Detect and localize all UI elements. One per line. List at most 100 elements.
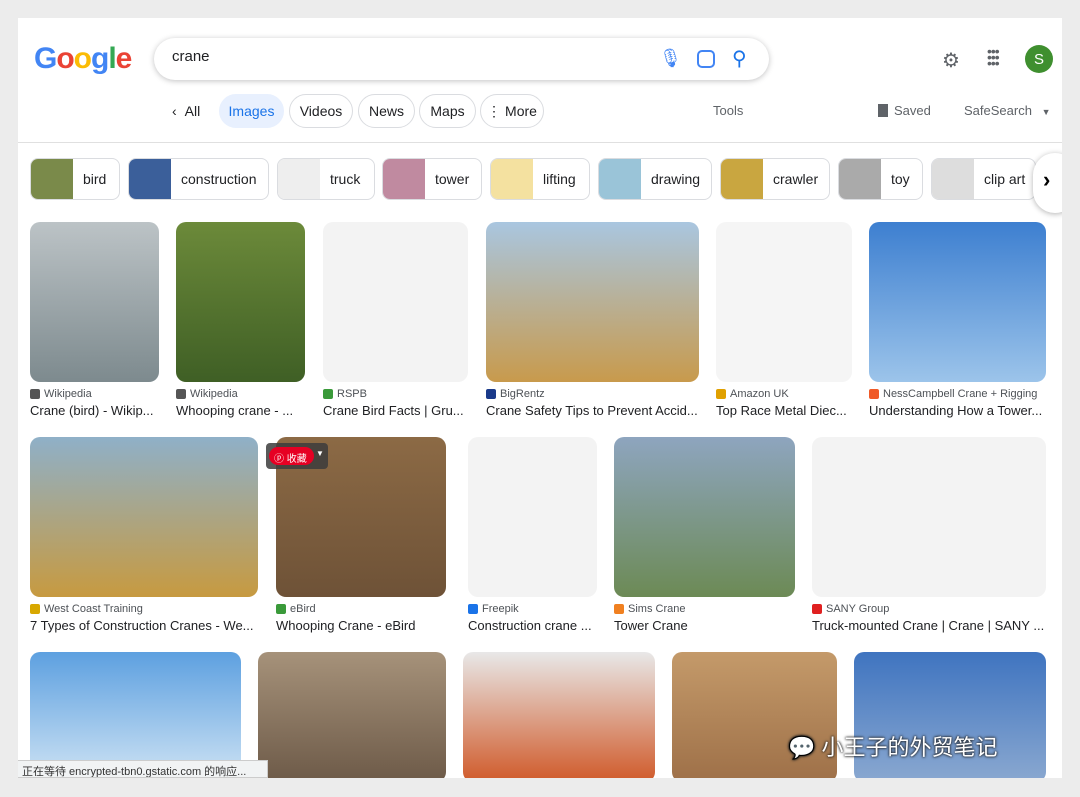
result-title[interactable]: Understanding How a Tower... [869,403,1046,418]
result-thumbnail[interactable] [614,437,795,597]
image-result[interactable]: West Coast Training 7 Types of Constructi… [30,437,258,633]
result-source[interactable]: Wikipedia [176,388,305,400]
result-source[interactable]: Amazon UK [716,388,852,400]
avatar[interactable]: S [1025,45,1053,73]
image-result[interactable]: Wikipedia Crane (bird) - Wikip... [30,222,159,418]
chip-thumbnail [278,159,320,199]
favicon-icon [486,389,496,399]
result-thumbnail[interactable] [486,222,699,382]
favicon-icon [276,604,286,614]
tab-maps[interactable]: Maps [419,94,476,128]
source-name: Wikipedia [190,388,238,400]
safesearch-label: SafeSearch [964,103,1032,118]
favicon-icon [869,389,879,399]
result-thumbnail[interactable] [468,437,597,597]
image-result[interactable]: SANY Group Truck-mounted Crane | Crane | … [812,437,1046,633]
result-source[interactable]: Wikipedia [30,388,159,400]
result-source[interactable]: SANY Group [812,603,1046,615]
image-result[interactable]: NessCampbell Crane + Rigging Understandin… [869,222,1046,418]
result-title[interactable]: Whooping crane - ... [176,403,305,418]
chip-thumbnail [932,159,974,199]
microphone-icon[interactable]: 🎙 [659,48,682,69]
chip-thumbnail [383,159,425,199]
chip-thumbnail [31,159,73,199]
image-result[interactable]: BigRentz Crane Safety Tips to Prevent Acc… [486,222,699,418]
result-thumbnail[interactable] [869,222,1046,382]
result-source[interactable]: eBird [276,603,446,615]
result-title[interactable]: Construction crane ... [468,618,597,633]
result-source[interactable]: RSPB [323,388,468,400]
tab-more[interactable]: ⋮ More [480,94,544,128]
chip-tower[interactable]: tower [382,158,482,200]
result-thumbnail[interactable] [30,222,159,382]
result-source[interactable]: BigRentz [486,388,699,400]
bookmark-icon [878,104,888,117]
pin-save-overlay: ⓟ 收藏 ▼ [266,443,328,469]
result-thumbnail[interactable] [716,222,852,382]
result-title[interactable]: Whooping Crane - eBird [276,618,446,633]
chip-toy[interactable]: toy [838,158,923,200]
watermark: 💬 小王子的外贸笔记 [788,735,998,760]
result-title[interactable]: Truck-mounted Crane | Crane | SANY ... [812,618,1046,633]
favicon-icon [468,604,478,614]
tab-all[interactable]: ‹ All [160,94,212,128]
image-result[interactable]: Sims Crane Tower Crane [614,437,795,633]
result-title[interactable]: Crane (bird) - Wikip... [30,403,159,418]
settings-gear-icon[interactable]: ⚙ [942,48,960,73]
favicon-icon [323,389,333,399]
result-thumbnail[interactable] [812,437,1046,597]
chip-thumbnail [491,159,533,199]
result-thumbnail[interactable] [30,437,258,597]
tools-button[interactable]: Tools [713,103,743,118]
result-source[interactable]: Freepik [468,603,597,615]
dropdown-arrow-icon[interactable]: ▼ [316,449,324,458]
saved-button[interactable]: Saved [878,103,931,118]
image-result[interactable]: Amazon UK Top Race Metal Diec... [716,222,852,418]
result-thumbnail[interactable] [176,222,305,382]
apps-grid-icon[interactable]: ••• ••• ••• [987,44,1005,70]
image-result[interactable]: Freepik Construction crane ... [468,437,597,633]
pinterest-save-button[interactable]: ⓟ 收藏 [269,447,314,465]
image-result[interactable]: Wikipedia Whooping crane - ... [176,222,305,418]
image-result[interactable] [463,652,655,778]
result-title[interactable]: 7 Types of Construction Cranes - We... [30,618,258,633]
chip-label: bird [83,171,107,187]
chip-construction[interactable]: construction [128,158,269,200]
search-box: 🎙 ⚲ [154,38,769,80]
tab-videos[interactable]: Videos [289,94,353,128]
result-thumbnail[interactable] [258,652,446,778]
result-thumbnail[interactable] [463,652,655,778]
result-thumbnail[interactable] [323,222,468,382]
chip-lifting[interactable]: lifting [490,158,590,200]
result-title[interactable]: Tower Crane [614,618,795,633]
chip-truck[interactable]: truck [277,158,375,200]
result-title[interactable]: Top Race Metal Diec... [716,403,852,418]
safesearch-dropdown[interactable]: SafeSearch ▼ [964,103,1050,118]
result-title[interactable]: Crane Bird Facts | Gru... [323,403,468,418]
search-icon[interactable]: ⚲ [732,46,747,71]
source-name: Freepik [482,603,519,615]
chip-thumbnail [129,159,171,199]
result-source[interactable]: West Coast Training [30,603,258,615]
result-source[interactable]: Sims Crane [614,603,795,615]
chip-crawler[interactable]: crawler [720,158,830,200]
chip-label: tower [435,171,470,187]
search-input[interactable] [172,48,632,65]
lens-icon[interactable] [697,50,715,68]
image-result[interactable] [258,652,446,778]
result-source[interactable]: NessCampbell Crane + Rigging [869,388,1046,400]
google-logo[interactable]: Google [34,42,132,76]
favicon-icon [30,604,40,614]
tab-label: All [184,103,201,119]
chips-next-arrow[interactable]: › [1033,153,1062,213]
image-result[interactable]: RSPB Crane Bird Facts | Gru... [323,222,468,418]
chip-bird[interactable]: bird [30,158,120,200]
source-name: Sims Crane [628,603,686,615]
chip-clip-art[interactable]: clip art [931,158,1036,200]
tab-news[interactable]: News [358,94,415,128]
status-bar: 正在等待 encrypted-tbn0.gstatic.com 的响应... [18,760,268,778]
tab-images[interactable]: Images [219,94,284,128]
chip-drawing[interactable]: drawing [598,158,712,200]
result-title[interactable]: Crane Safety Tips to Prevent Accid... [486,403,699,418]
source-name: NessCampbell Crane + Rigging [883,388,1038,400]
